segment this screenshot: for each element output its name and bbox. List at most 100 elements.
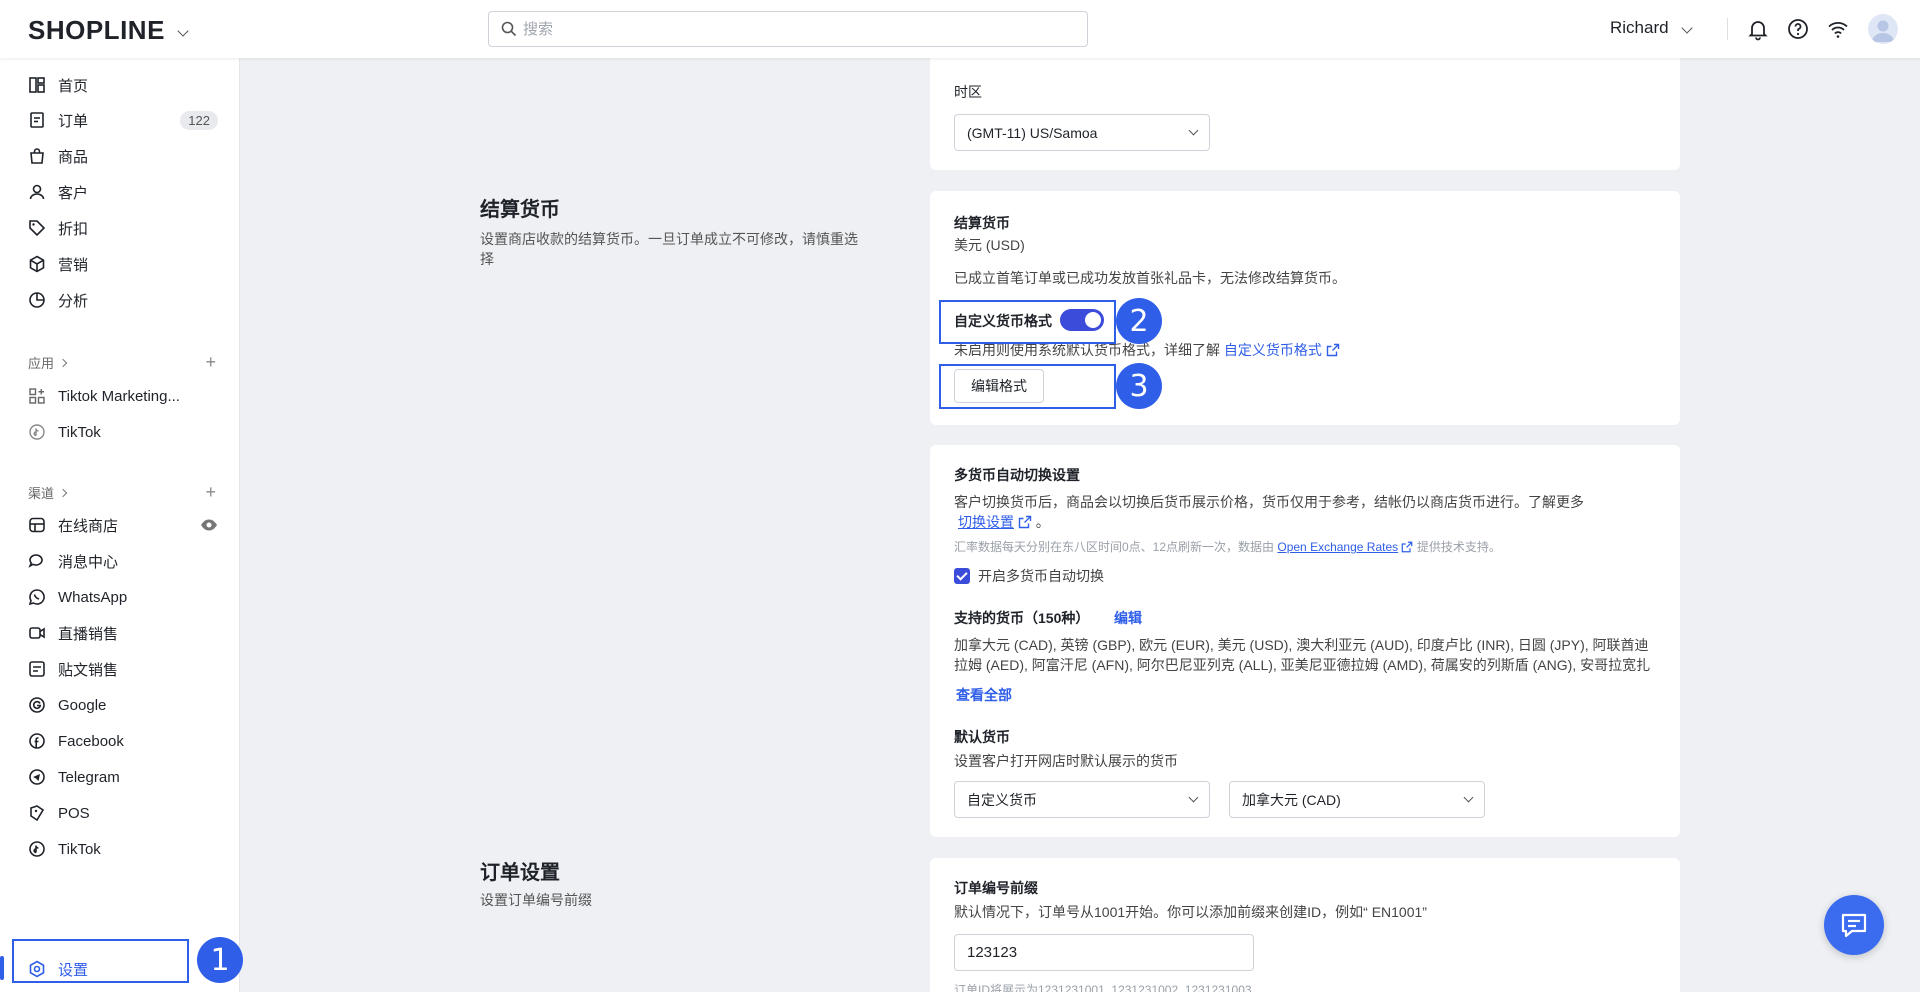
search-icon [501,21,517,37]
step-marker-2: 2 [1116,298,1162,344]
sidebar-item-post-sales[interactable]: 贴文销售 [28,654,218,684]
currency-notice: 已成立首笔订单或已成功发放首张礼品卡，无法修改结算货币。 [954,270,1346,286]
timezone-card: 时区 (GMT-11) US/Samoa [930,58,1680,170]
enable-auto-switch-label: 开启多货币自动切换 [978,568,1104,584]
enable-auto-switch-checkbox[interactable] [954,568,970,584]
sidebar-item-whatsapp[interactable]: WhatsApp [28,582,218,612]
default-currency-select[interactable]: 加拿大元 (CAD) [1229,781,1485,818]
user-menu[interactable]: Richard [1610,18,1693,38]
chevron-down-icon [1188,125,1199,136]
channels-section-title[interactable]: 渠道 + [28,482,216,503]
external-link-icon[interactable] [1401,541,1413,553]
message-icon [28,554,43,568]
view-all-link[interactable]: 查看全部 [956,685,1012,705]
currency-value: 美元 (USD) [954,237,1025,253]
order-count-badge: 122 [180,110,218,130]
sidebar-item-label: 订单 [58,112,89,130]
exchange-rate-note: 汇率数据每天分别在东八区时间0点、12点刷新一次，数据由 Open Exchan… [954,540,1501,554]
open-exchange-rates-link[interactable]: Open Exchange Rates [1277,540,1398,554]
sidebar-item-label: 营销 [58,256,89,274]
active-indicator [0,956,4,980]
sidebar-item-tiktok[interactable]: TikTok [28,834,218,864]
sidebar-item-discounts[interactable]: 折扣 [28,213,218,243]
sidebar-item-products[interactable]: 商品 [28,141,218,171]
tiktok-icon [29,424,45,440]
sidebar-item-analytics[interactable]: 分析 [28,285,218,315]
add-channel-icon[interactable]: + [205,482,216,503]
sidebar-item-tiktok-app[interactable]: TikTok [28,417,218,447]
sidebar-item-orders[interactable]: 订单 122 [28,105,218,135]
sidebar-item-label: Tiktok Marketing... [58,387,180,405]
sidebar-item-label: Telegram [58,768,120,786]
sidebar-item-label: Facebook [58,732,124,750]
order-id-preview: 订单ID将展示为1231231001, 1231231002, 12312310… [954,983,1252,992]
facebook-icon [29,733,45,749]
chevron-down-icon [1680,22,1693,34]
sidebar-item-tiktok-marketing[interactable]: Tiktok Marketing... [28,381,218,411]
multi-currency-title: 多货币自动切换设置 [954,467,1080,483]
order-prefix-desc: 默认情况下，订单号从1001开始。你可以添加前缀来创建ID，例如“ EN1001… [954,904,1427,920]
sidebar-item-home[interactable]: 首页 [28,70,218,100]
sidebar-item-label: WhatsApp [58,588,128,606]
sidebar-item-marketing[interactable]: 营销 [28,249,218,279]
help-icon[interactable] [1786,17,1810,41]
sidebar-item-label: 贴文销售 [58,661,119,679]
live-icon [29,627,45,639]
step-marker-3: 3 [1116,363,1162,409]
sidebar-item-label: POS [58,804,90,822]
wifi-icon[interactable] [1826,17,1850,41]
chat-button[interactable] [1824,895,1884,955]
timezone-label: 时区 [954,84,982,100]
dashboard-icon [29,77,45,93]
sidebar-item-label: 分析 [58,292,89,310]
highlight-box-toggle [939,300,1116,344]
external-link-icon[interactable] [1326,343,1340,357]
store-switcher[interactable]: SHOPLINE [28,15,189,46]
search-input[interactable] [523,20,1087,38]
default-currency-label: 默认货币 [954,729,1010,745]
search-bar[interactable] [488,11,1088,47]
sidebar-item-customers[interactable]: 客户 [28,177,218,207]
tiktok-icon [29,841,45,857]
sidebar-item-label: TikTok [58,423,101,441]
sidebar-item-message-center[interactable]: 消息中心 [28,546,218,576]
default-currency-desc: 设置客户打开网店时默认展示的货币 [954,753,1178,769]
chevron-down-icon [177,24,189,37]
bell-icon[interactable] [1746,17,1770,41]
timezone-select[interactable]: (GMT-11) US/Samoa [954,114,1210,151]
post-icon [29,661,45,677]
sidebar-item-google[interactable]: Google [28,690,218,720]
sidebar-item-online-store[interactable]: 在线商店 [28,510,218,540]
add-app-icon[interactable]: + [205,352,216,373]
currency-section-desc: 设置商店收款的结算货币。一旦订单成立不可修改，请慎重选择 [480,231,858,267]
order-prefix-input[interactable]: 123123 [954,934,1254,971]
avatar[interactable] [1868,14,1898,44]
top-bar: SHOPLINE Richard [0,0,1920,58]
chevron-down-icon [1188,792,1199,803]
order-prefix-label: 订单编号前缀 [954,880,1038,896]
sidebar-item-telegram[interactable]: Telegram [28,762,218,792]
order-prefix-card: 订单编号前缀 默认情况下，订单号从1001开始。你可以添加前缀来创建ID，例如“… [930,858,1680,992]
step-marker-1: 1 [197,937,243,983]
sidebar-item-label: 首页 [58,77,89,95]
apps-section-title[interactable]: 应用 + [28,352,216,373]
chat-icon [1841,913,1867,938]
eye-icon[interactable] [200,516,218,534]
external-link-icon[interactable] [1018,515,1032,529]
tag-icon [29,220,46,237]
person-icon [29,184,45,200]
edit-currencies-link[interactable]: 编辑 [1114,608,1142,628]
switch-settings-link[interactable]: 切换设置 [958,514,1014,530]
sidebar-item-label: 商品 [58,148,89,166]
custom-format-link[interactable]: 自定义货币格式 [1224,342,1322,358]
currency-label: 结算货币 [954,215,1010,231]
pos-icon [30,805,45,822]
sidebar-item-pos[interactable]: POS [28,798,218,828]
sidebar: 首页 订单 122 商品 客户 折扣 营销 分析 应用 + Tiktok Mar… [0,58,240,992]
apps-icon [29,388,45,404]
sidebar-item-label: 客户 [58,184,89,202]
sidebar-item-label: Google [58,696,107,714]
sidebar-item-live-sales[interactable]: 直播销售 [28,618,218,648]
sidebar-item-facebook[interactable]: Facebook [28,726,218,756]
default-currency-type-select[interactable]: 自定义货币 [954,781,1210,818]
